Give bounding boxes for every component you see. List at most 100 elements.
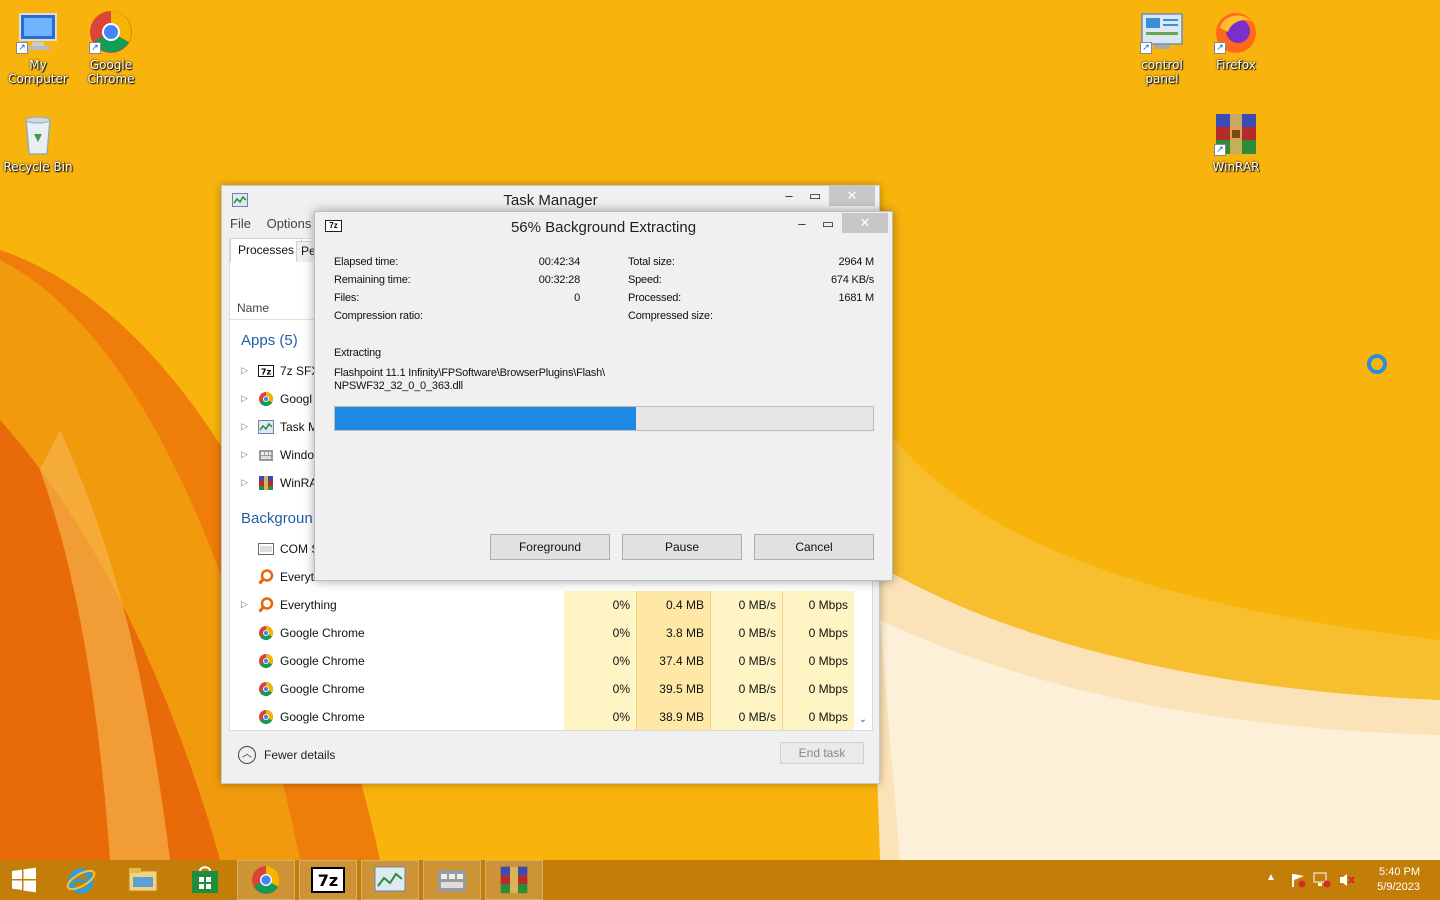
end-task-button[interactable]: End task <box>780 742 864 764</box>
start-button[interactable] <box>0 860 48 900</box>
everything-icon <box>258 569 274 585</box>
desktop-icon-control-panel[interactable]: ↗ control panel <box>1124 8 1200 86</box>
chrome-icon <box>259 710 273 724</box>
extract-progress-bar <box>334 406 874 431</box>
process-row[interactable]: Google Chrome 0% 39.5 MB 0 MB/s 0 Mbps <box>230 675 860 703</box>
expand-chevron-icon[interactable]: ▷ <box>241 449 248 460</box>
expand-chevron-icon[interactable]: ▷ <box>241 365 248 376</box>
desktop-icon-my-computer[interactable]: ↗ My Computer <box>0 8 76 86</box>
taskbar-7zip[interactable]: 7z <box>299 860 357 900</box>
process-row[interactable]: Google Chrome 0% 3.8 MB 0 MB/s 0 Mbps <box>230 619 860 647</box>
winrar-icon: ↗ <box>1212 110 1260 158</box>
minimize-button[interactable]: – <box>777 186 801 206</box>
group-header-apps: Apps (5) <box>241 332 298 349</box>
taskbar-google-chrome[interactable] <box>237 860 295 900</box>
task-manager-footer: ︿ Fewer details End task <box>229 730 873 778</box>
remaining-time-label: Remaining time: <box>334 274 411 286</box>
taskbar-explorer-window[interactable] <box>423 860 481 900</box>
taskbar-store[interactable] <box>176 860 234 900</box>
chrome-icon: ↗ <box>87 8 135 56</box>
compressed-size-label: Compressed size: <box>628 310 713 322</box>
recycle-bin-icon <box>14 110 62 158</box>
expand-chevron-icon[interactable]: ▷ <box>241 599 248 610</box>
memory-cell: 0.4 MB <box>636 591 710 619</box>
process-row[interactable]: ▷ Everything 0% 0.4 MB 0 MB/s 0 Mbps <box>230 591 860 619</box>
cpu-cell: 0% <box>564 647 636 675</box>
cpu-cell: 0% <box>564 675 636 703</box>
disk-cell: 0 MB/s <box>710 703 782 731</box>
scroll-down-icon[interactable]: ⌄ <box>859 714 867 725</box>
winrar-icon <box>259 476 273 490</box>
disk-cell: 0 MB/s <box>710 675 782 703</box>
expand-chevron-icon[interactable]: ▷ <box>241 393 248 404</box>
menu-options[interactable]: Options <box>267 216 312 231</box>
network-icon[interactable] <box>1313 872 1331 888</box>
memory-cell: 3.8 MB <box>636 619 710 647</box>
tab-processes[interactable]: Processes <box>230 238 303 262</box>
system-clock[interactable]: 5:40 PM 5/9/2023 <box>1377 865 1420 895</box>
svg-text:7z: 7z <box>318 871 338 890</box>
column-header-name[interactable]: Name <box>237 301 269 315</box>
elapsed-time-value: 00:42:34 <box>538 256 580 268</box>
busy-cursor-icon <box>1367 354 1387 374</box>
taskbar-task-manager[interactable] <box>361 860 419 900</box>
clock-date: 5/9/2023 <box>1377 881 1420 893</box>
expand-chevron-icon[interactable]: ▷ <box>241 477 248 488</box>
group-header-background: Backgroun <box>241 510 313 527</box>
pause-button[interactable]: Pause <box>622 534 742 560</box>
fewer-details-label: Fewer details <box>264 748 336 762</box>
network-cell: 0 Mbps <box>782 619 854 647</box>
cancel-button[interactable]: Cancel <box>754 534 874 560</box>
disk-cell: 0 MB/s <box>710 647 782 675</box>
process-name: Google Chrome <box>280 710 365 724</box>
network-cell: 0 Mbps <box>782 647 854 675</box>
files-value: 0 <box>574 292 580 304</box>
firefox-icon: ↗ <box>1212 8 1260 56</box>
maximize-button[interactable]: ▭ <box>816 214 840 234</box>
desktop-icon-recycle-bin[interactable]: Recycle Bin <box>0 110 76 174</box>
clock-time: 5:40 PM <box>1379 866 1420 878</box>
process-name: Task M <box>280 420 319 434</box>
fewer-details-button[interactable]: ︿ Fewer details <box>238 746 335 764</box>
desktop-icon-firefox[interactable]: ↗ Firefox <box>1198 8 1274 72</box>
winrar-icon <box>500 866 528 894</box>
task-manager-icon <box>258 420 274 434</box>
minimize-button[interactable]: – <box>790 214 814 234</box>
current-file-name: NPSWF32_32_0_0_363.dll <box>334 380 463 392</box>
close-button[interactable]: ✕ <box>842 213 888 233</box>
taskbar-winrar[interactable] <box>485 860 543 900</box>
7z-icon: 7z <box>258 365 274 377</box>
process-name: Everyt <box>280 570 315 584</box>
process-row[interactable]: Google Chrome 0% 37.4 MB 0 MB/s 0 Mbps <box>230 647 860 675</box>
process-name: Google Chrome <box>280 626 365 640</box>
chrome-icon <box>259 626 273 640</box>
process-row[interactable]: Google Chrome 0% 38.9 MB 0 MB/s 0 Mbps <box>230 703 860 731</box>
explorer-window-icon <box>438 870 466 892</box>
close-button[interactable]: ✕ <box>829 186 875 206</box>
taskbar-internet-explorer[interactable] <box>52 860 110 900</box>
action-center-flag-icon[interactable] <box>1290 872 1306 888</box>
maximize-button[interactable]: ▭ <box>803 186 827 206</box>
extract-progress-dialog[interactable]: 7z 56% Background Extracting – ▭ ✕ Elaps… <box>314 211 893 581</box>
disk-cell: 0 MB/s <box>710 591 782 619</box>
expand-chevron-icon[interactable]: ▷ <box>241 421 248 432</box>
taskbar-file-explorer[interactable] <box>114 860 172 900</box>
menu-file[interactable]: File <box>230 216 251 231</box>
chrome-icon <box>259 654 273 668</box>
process-name: Windo <box>280 448 315 462</box>
taskbar: 7z ▲ 5:40 PM 5/9/2023 <box>0 860 1440 900</box>
com-surrogate-icon <box>258 543 274 555</box>
current-file-path: Flashpoint 11.1 Infinity\FPSoftware\Brow… <box>334 367 605 379</box>
task-manager-titlebar[interactable]: Task Manager – ▭ ✕ <box>222 186 879 212</box>
everything-icon <box>258 597 274 613</box>
processed-value: 1681 M <box>838 292 875 304</box>
network-cell: 0 Mbps <box>782 591 854 619</box>
volume-muted-icon[interactable] <box>1338 872 1356 888</box>
foreground-button[interactable]: Foreground <box>490 534 610 560</box>
process-name: Googl <box>280 392 313 406</box>
desktop-icon-winrar[interactable]: ↗ WinRAR <box>1198 110 1274 174</box>
desktop-icon-google-chrome[interactable]: ↗ Google Chrome <box>73 8 149 86</box>
show-hidden-icons-button[interactable]: ▲ <box>1266 872 1276 900</box>
progress-fill <box>335 407 637 430</box>
file-explorer-icon <box>128 868 158 892</box>
